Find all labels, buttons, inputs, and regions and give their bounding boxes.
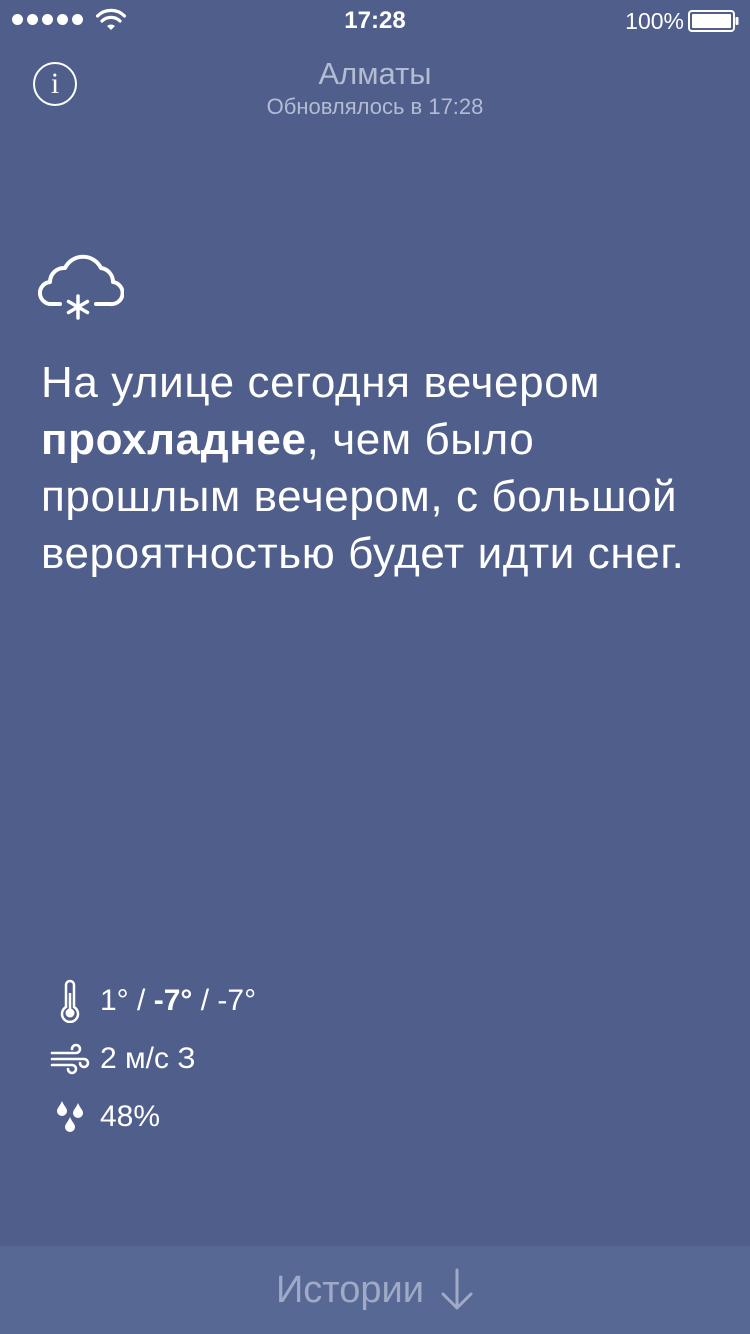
snow-cloud-icon — [38, 254, 124, 320]
weather-stats: 1° / -7° / -7° 2 м/с З 48% — [40, 972, 640, 1146]
battery-percentage: 100% — [625, 8, 684, 34]
last-updated: Обновлялось в 17:28 — [266, 94, 484, 119]
thermometer-icon — [60, 979, 80, 1023]
temp-current: -7° — [153, 984, 193, 1017]
weather-summary: На улице сегодня вечером прохладнее, чем… — [41, 354, 731, 582]
humidity-value: 48% — [100, 1100, 161, 1133]
temp-low: -7° — [217, 984, 257, 1017]
temperature-value: 1° / -7° / -7° — [100, 984, 256, 1018]
temp-sep: / — [128, 984, 154, 1017]
arrow-down-icon — [441, 1268, 473, 1310]
battery-icon — [688, 10, 739, 32]
stories-label: Истории — [275, 1268, 424, 1311]
location-header: Алматы Обновлялось в 17:28 — [0, 56, 750, 120]
wind-row: 2 м/с З — [40, 1030, 640, 1088]
stories-button[interactable]: Истории — [0, 1246, 750, 1334]
droplets-icon — [57, 1101, 83, 1132]
status-bar: 17:28 100% — [0, 0, 750, 40]
temp-sep: / — [192, 984, 218, 1017]
temp-high: 1° — [100, 984, 129, 1017]
temperature-row: 1° / -7° / -7° — [40, 972, 640, 1030]
summary-text: На улице сегодня вечером — [41, 358, 601, 407]
humidity-row: 48% — [40, 1088, 640, 1146]
city-name: Алматы — [318, 56, 432, 91]
summary-emphasis: прохладнее — [41, 415, 307, 464]
wind-value: 2 м/с З — [100, 1042, 196, 1075]
wind-icon — [50, 1043, 90, 1075]
